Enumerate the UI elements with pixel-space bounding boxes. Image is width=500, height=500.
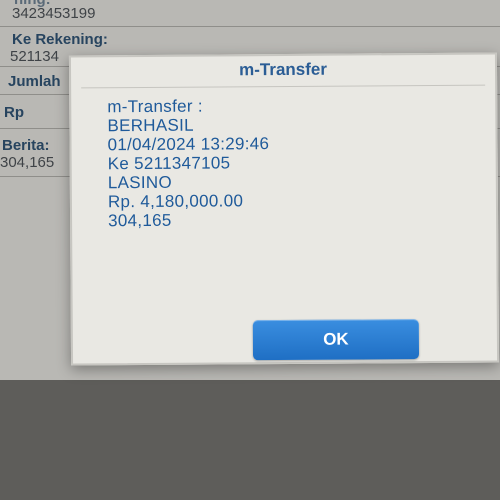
title-divider: [81, 84, 486, 89]
currency-label: Rp: [4, 104, 24, 121]
destination-account-label: Ke Rekening:: [12, 31, 108, 48]
dialog-title: m-Transfer: [239, 59, 328, 80]
divider: [0, 26, 500, 27]
message-line-destination: Ke 5211347105: [107, 153, 231, 174]
transfer-result-dialog: m-Transfer m-Transfer : BERHASIL 01/04/2…: [68, 52, 500, 366]
dialog-message: m-Transfer : BERHASIL 01/04/2024 13:29:4…: [107, 96, 270, 231]
message-line-heading: m-Transfer :: [107, 96, 203, 117]
message-line-recipient: LASINO: [107, 172, 173, 193]
message-line-status: BERHASIL: [107, 115, 194, 136]
source-account-value: 3423453199: [12, 5, 96, 22]
message-line-datetime: 01/04/2024 13:29:46: [107, 134, 270, 155]
destination-account-field[interactable]: 521134: [10, 48, 59, 65]
message-label: Berita:: [2, 137, 50, 154]
message-line-amount: Rp. 4,180,000.00: [107, 191, 244, 212]
message-line-note: 304,165: [108, 210, 172, 231]
ok-button[interactable]: OK: [252, 319, 420, 361]
message-field[interactable]: 304,165: [0, 154, 54, 171]
amount-label: Jumlah: [8, 73, 61, 90]
